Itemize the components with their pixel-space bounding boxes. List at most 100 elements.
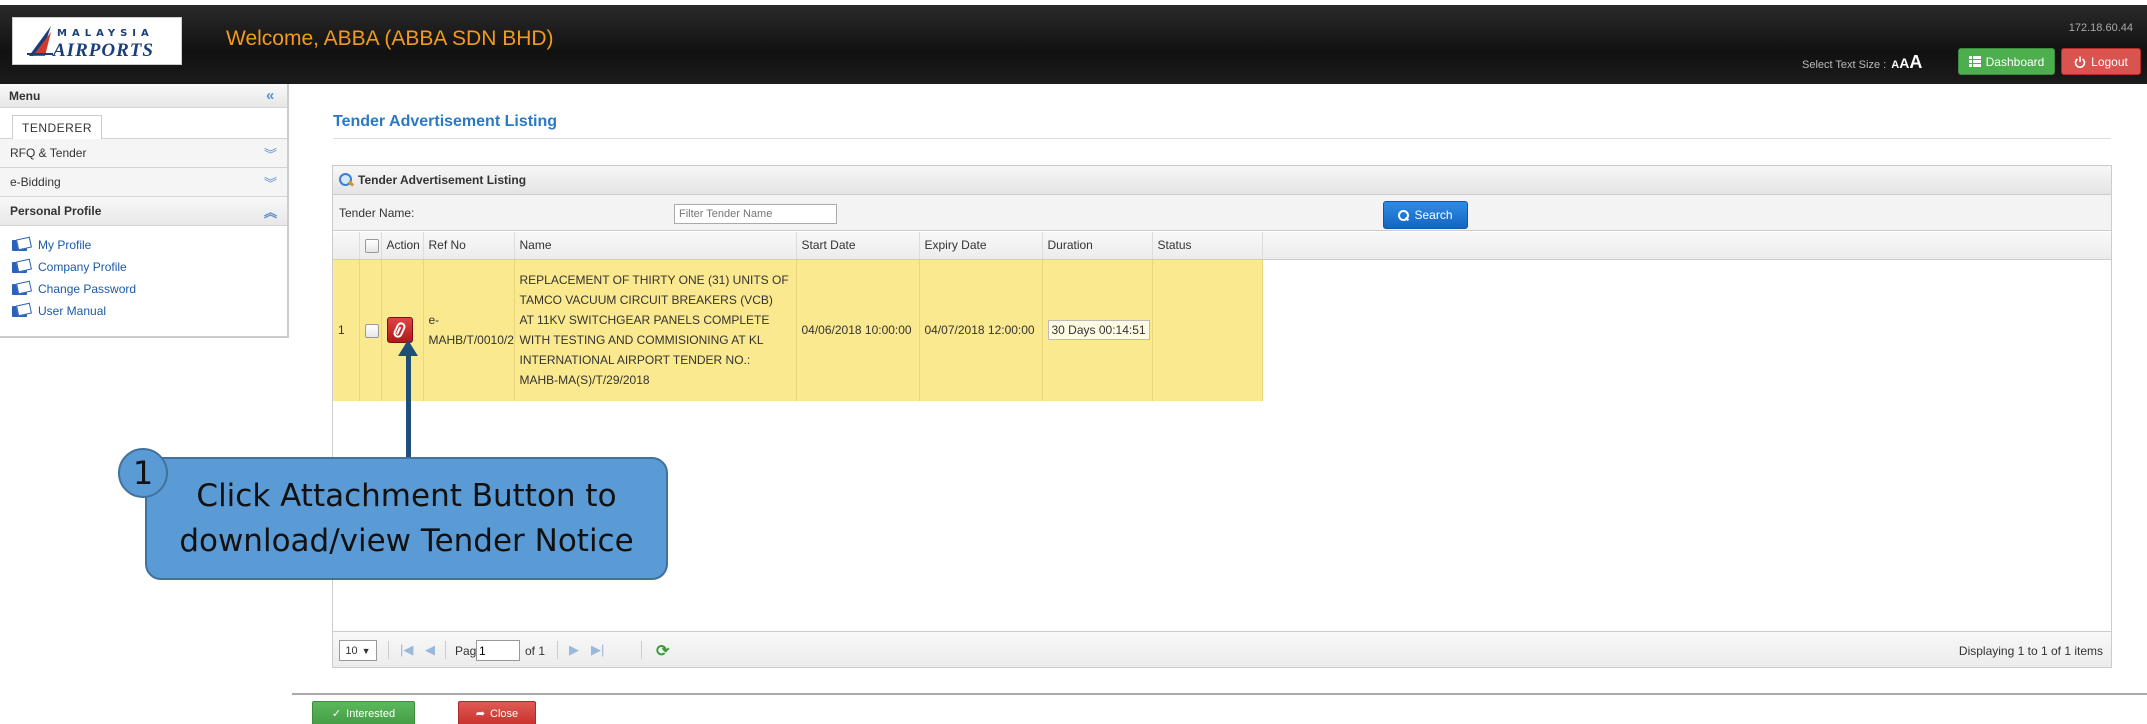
link-label: My Profile: [38, 238, 92, 252]
tender-table: Action Ref No Name Start Date Expiry Dat…: [333, 232, 2111, 401]
logo-text-top: MALAYSIA: [57, 28, 154, 39]
share-arrow-icon: ➦: [475, 708, 486, 720]
interested-label: Interested: [346, 707, 396, 720]
link-change-password[interactable]: Change Password: [0, 278, 287, 300]
top-header: MALAYSIA AIRPORTS Welcome, ABBA (ABBA SD…: [0, 5, 2147, 84]
tender-name-cell: REPLACEMENT OF THIRTY ONE (31) UNITS OF …: [514, 259, 797, 401]
expiry-date-cell: 04/07/2018 12:00:00: [919, 259, 1043, 401]
link-label: Change Password: [38, 282, 137, 296]
refresh-icon[interactable]: ⟳: [656, 641, 669, 661]
link-user-manual[interactable]: User Manual: [0, 300, 287, 322]
callout-line1: Click Attachment Button to: [196, 477, 617, 514]
magnifier-icon: [339, 173, 353, 187]
row-filler: [1262, 259, 2111, 401]
link-company-profile[interactable]: Company Profile: [0, 256, 287, 278]
close-button[interactable]: ➦ Close: [458, 701, 536, 724]
tender-name-filter-input[interactable]: [674, 204, 837, 224]
close-label: Close: [490, 707, 519, 720]
panel-header: Tender Advertisement Listing: [333, 166, 2111, 195]
page-number-input[interactable]: [476, 640, 520, 661]
welcome-message: Welcome, ABBA (ABBA SDN BHD): [226, 27, 554, 50]
action-cell: [381, 259, 424, 401]
malaysia-airports-logo[interactable]: MALAYSIA AIRPORTS: [12, 17, 182, 65]
select-all-header: [359, 232, 382, 260]
duration-countdown: 30 Days 00:14:51: [1047, 320, 1150, 341]
search-label: Search: [1414, 208, 1453, 222]
sidebar-item-label: RFQ & Tender: [10, 146, 87, 160]
sidebar-item-label: Personal Profile: [10, 204, 102, 218]
status-cell: [1152, 259, 1263, 401]
duration-cell: 30 Days 00:14:51: [1042, 259, 1153, 401]
collapse-menu-icon[interactable]: «: [266, 87, 274, 104]
step-number-badge: 1: [118, 448, 168, 498]
sidebar-item-personal-profile[interactable]: Personal Profile ︽: [0, 197, 287, 226]
column-header-start-date[interactable]: Start Date: [796, 232, 920, 260]
title-divider: [333, 138, 2111, 139]
menu-header: Menu «: [0, 84, 287, 108]
row-number-header: [333, 232, 360, 260]
annotation-callout: Click Attachment Button to download/view…: [145, 457, 668, 580]
row-checkbox[interactable]: [364, 324, 379, 339]
paperclip-icon: [392, 321, 407, 340]
app-root: MALAYSIA AIRPORTS Welcome, ABBA (ABBA SD…: [0, 0, 2147, 724]
callout-line2: download/view Tender Notice: [179, 522, 634, 559]
text-size-selector: Select Text Size : AAA: [1802, 52, 1922, 73]
page-title: Tender Advertisement Listing: [333, 113, 558, 130]
last-page-icon[interactable]: ▶|: [591, 642, 604, 658]
pager-separator: [557, 641, 558, 659]
page-size-value: 10: [345, 644, 358, 657]
document-icon: [12, 282, 30, 296]
ref-no-line2: MAHB/T/0010/2: [428, 333, 514, 348]
airport-emblem-icon: [27, 26, 53, 56]
sidebar-tabbar: TENDERER: [0, 108, 287, 140]
document-icon: [12, 238, 30, 252]
interested-button[interactable]: ✓ Interested: [312, 701, 415, 724]
tab-tenderer[interactable]: TENDERER: [12, 115, 102, 140]
column-header-duration[interactable]: Duration: [1042, 232, 1153, 260]
text-size-medium[interactable]: A: [1899, 55, 1909, 71]
dashboard-button[interactable]: Dashboard: [1958, 48, 2055, 75]
ref-no-cell: e- MAHB/T/0010/2: [423, 259, 515, 401]
check-icon: ✓: [331, 708, 342, 720]
link-label: Company Profile: [38, 260, 127, 274]
tender-name-label: Tender Name:: [339, 206, 415, 220]
search-button[interactable]: Search: [1383, 201, 1468, 229]
table-row[interactable]: 1 e- MAHB/T/0010/2 REPLACEMENT OF THIRTY…: [333, 259, 2111, 401]
column-header-action[interactable]: Action: [381, 232, 424, 260]
column-header-name[interactable]: Name: [514, 232, 797, 260]
text-size-large[interactable]: A: [1909, 52, 1922, 72]
dropdown-arrow-icon: ▼: [361, 645, 371, 656]
sidebar-item-e-bidding[interactable]: e-Bidding ︾: [0, 168, 287, 197]
table-header-row: Action Ref No Name Start Date Expiry Dat…: [333, 232, 2111, 260]
chevron-up-icon: ︽: [263, 205, 277, 220]
sidebar-menu: Menu « TENDERER RFQ & Tender ︾ e-Bidding…: [0, 84, 289, 338]
select-all-checkbox[interactable]: [364, 238, 379, 253]
page-count: of 1: [525, 644, 546, 658]
previous-page-icon[interactable]: ◀: [425, 642, 435, 658]
sidebar-item-rfq-tender[interactable]: RFQ & Tender ︾: [0, 139, 287, 168]
ref-no-line1: e-: [428, 313, 440, 328]
column-header-ref-no[interactable]: Ref No: [423, 232, 515, 260]
first-page-icon[interactable]: |◀: [400, 642, 413, 658]
dashboard-label: Dashboard: [1985, 54, 2045, 69]
personal-profile-links: My Profile Company Profile Change Passwo…: [0, 226, 287, 322]
column-header-expiry-date[interactable]: Expiry Date: [919, 232, 1043, 260]
document-icon: [12, 304, 30, 318]
text-size-label: Select Text Size :: [1802, 59, 1887, 71]
tender-listing-panel: Tender Advertisement Listing Tender Name…: [332, 165, 2112, 668]
filter-bar: Tender Name: Search: [333, 195, 2111, 231]
pager-separator: [445, 641, 446, 659]
logout-label: Logout: [2091, 54, 2128, 69]
logout-button[interactable]: Logout: [2061, 48, 2141, 75]
power-icon: [2074, 56, 2086, 68]
page-size-select[interactable]: 10 ▼: [339, 640, 377, 661]
text-size-small[interactable]: A: [1891, 59, 1899, 71]
link-label: User Manual: [38, 304, 107, 318]
pager-separator: [388, 641, 389, 659]
link-my-profile[interactable]: My Profile: [0, 234, 287, 256]
column-header-status[interactable]: Status: [1152, 232, 1263, 260]
next-page-icon[interactable]: ▶: [569, 642, 579, 658]
pager-separator: [641, 641, 642, 659]
start-date-cell: 04/06/2018 10:00:00: [796, 259, 920, 401]
document-icon: [12, 260, 30, 274]
